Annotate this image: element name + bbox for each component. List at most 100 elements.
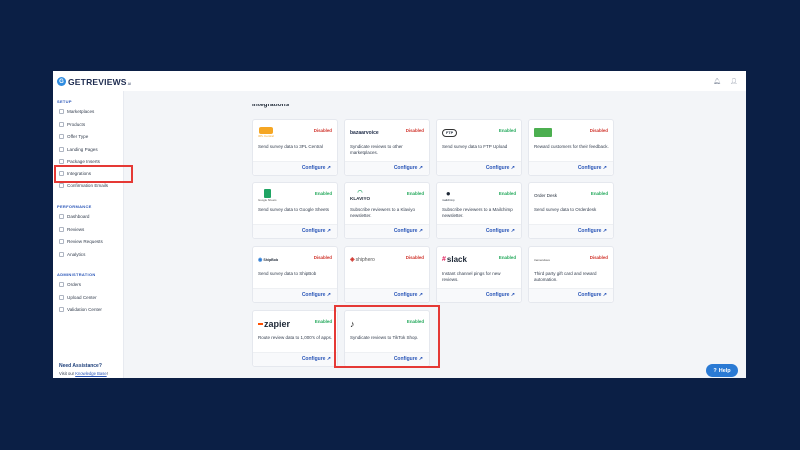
- bell-icon[interactable]: 🔔︎: [713, 78, 721, 85]
- card-footer: Configure ↗: [253, 352, 337, 366]
- status-badge: Enabled: [314, 191, 332, 196]
- assist-text: Visit our Knowledge Base!: [59, 371, 108, 376]
- logo-google-sheets-icon: Google Sheets: [258, 189, 277, 202]
- package-icon: [59, 158, 64, 164]
- configure-button[interactable]: Configure ↗: [486, 292, 515, 298]
- configure-button[interactable]: Configure ↗: [302, 292, 331, 298]
- logo-mark-icon: G: [57, 77, 66, 86]
- logo-text: ShipBob: [263, 257, 279, 262]
- configure-button[interactable]: Configure ↗: [394, 292, 423, 298]
- slack-hash-icon: #: [442, 256, 446, 263]
- configure-button[interactable]: Configure ↗: [394, 228, 423, 234]
- help-button[interactable]: ? Help: [706, 364, 738, 377]
- logo-text: mailchimp: [442, 197, 455, 202]
- sidebar-item-label: Validation Center: [67, 306, 102, 312]
- gift-icon: [59, 133, 64, 139]
- sidebar-item-upload-center[interactable]: Upload Center: [59, 293, 97, 301]
- sidebar-item-label: Reviews: [67, 226, 85, 232]
- configure-button[interactable]: Configure ↗: [302, 165, 331, 171]
- configure-button[interactable]: Configure ↗: [578, 292, 607, 298]
- configure-button[interactable]: Configure ↗: [302, 228, 331, 234]
- mail-icon: [59, 182, 64, 188]
- status-badge: Enabled: [590, 191, 608, 196]
- configure-button[interactable]: Configure ↗: [486, 165, 515, 171]
- page-icon: [59, 146, 64, 152]
- user-icon[interactable]: 👤︎: [730, 78, 738, 85]
- logo-text: KLAVIYO: [350, 196, 371, 201]
- assist-prefix: Visit our: [59, 371, 76, 376]
- card-footer: Configure ↗: [253, 224, 337, 238]
- sidebar-item-marketplaces[interactable]: Marketplaces: [59, 107, 94, 115]
- card-footer: Configure ↗: [437, 288, 521, 302]
- logo-orderdesk-icon: Order Desk: [534, 193, 558, 198]
- assist-suffix: !: [106, 371, 108, 376]
- star-icon: [59, 226, 64, 232]
- sidebar-item-landing-pages[interactable]: Landing Pages: [59, 145, 98, 153]
- logo-text: shiphero: [355, 256, 375, 263]
- card-description: Third party gift card and reward automat…: [534, 271, 597, 282]
- integration-card-mailchimp: ● mailchimp Enabled Subscribe reviewers t…: [436, 182, 522, 239]
- card-description: Send survey data to ShipBob: [258, 271, 317, 276]
- sidebar-section-setup: SETUP: [57, 99, 72, 104]
- logo-slack-icon: # slack: [442, 253, 467, 266]
- integration-card-shipbob: ◉ ShipBob Disabled Send survey data to Sh…: [252, 246, 338, 303]
- gift-card-icon: [534, 126, 552, 139]
- sidebar-item-package-inserts[interactable]: Package Inserts: [59, 157, 100, 165]
- sidebar-item-reviews[interactable]: Reviews: [59, 225, 84, 233]
- sidebar-item-analytics[interactable]: Analytics: [59, 250, 85, 258]
- shipbob-mark-icon: ◉: [258, 256, 263, 263]
- card-description: Instant channel pings for new reviews.: [442, 271, 501, 282]
- sidebar-item-review-requests[interactable]: Review Requests: [59, 237, 103, 245]
- configure-button[interactable]: Configure ↗: [394, 165, 423, 171]
- integration-card-google-sheets: Google Sheets Enabled Send survey data t…: [252, 182, 338, 239]
- status-badge: Disabled: [405, 255, 424, 260]
- configure-button[interactable]: Configure ↗: [578, 228, 607, 234]
- sidebar-section-administration: ADMINISTRATION: [57, 272, 96, 277]
- card-footer: Configure ↗: [529, 161, 613, 175]
- sidebar-item-label: Landing Pages: [67, 146, 98, 152]
- card-footer: Configure ↗: [529, 224, 613, 238]
- status-badge: Enabled: [498, 191, 516, 196]
- sidebar-item-label: Marketplaces: [67, 108, 95, 114]
- sidebar-item-validation-center[interactable]: Validation Center: [59, 305, 102, 313]
- knowledge-base-link[interactable]: Knowledge Base: [75, 371, 106, 376]
- logo-text: GETREVIEWS: [68, 76, 127, 87]
- sidebar-item-orders[interactable]: Orders: [59, 280, 81, 288]
- integration-card-klaviyo: ◠ KLAVIYO Enabled Subscribe reviewers to …: [344, 182, 430, 239]
- zapier-mark-icon: [258, 322, 263, 325]
- sidebar-section-performance: PERFORMANCE: [57, 204, 92, 209]
- chimp-icon: ●: [445, 188, 451, 198]
- integration-card-slack: # slack Enabled Instant channel pings for…: [436, 246, 522, 303]
- logo-mailchimp-icon: ● mailchimp: [442, 189, 455, 202]
- card-footer: Configure ↗: [437, 161, 521, 175]
- status-badge: Enabled: [406, 191, 424, 196]
- card-description: Route review data to 1,000's of apps.: [258, 335, 333, 340]
- chart-icon: [59, 251, 64, 257]
- sidebar-item-products[interactable]: Products: [59, 120, 85, 128]
- app-logo[interactable]: G GETREVIEWS AI: [57, 76, 131, 87]
- check-icon: [59, 306, 64, 312]
- sidebar-item-label: Dashboard: [67, 213, 90, 219]
- status-badge: Disabled: [589, 128, 608, 133]
- card-footer: Configure ↗: [345, 288, 429, 302]
- status-badge: Disabled: [313, 255, 332, 260]
- top-bar: G GETREVIEWS AI 🔔︎ 👤︎: [53, 71, 746, 91]
- 3pl-mark-icon: [258, 127, 273, 134]
- sidebar-item-offer-type[interactable]: Offer Type: [59, 132, 88, 140]
- logo-tremendous-icon: tremendous: [534, 257, 550, 262]
- sidebar-item-label: Offer Type: [67, 133, 89, 139]
- sidebar-item-dashboard[interactable]: Dashboard: [59, 212, 89, 220]
- sidebar-item-label: Review Requests: [67, 238, 103, 244]
- card-description: Syndicate reviews to other marketplaces.: [350, 144, 403, 155]
- configure-button[interactable]: Configure ↗: [302, 356, 331, 362]
- sidebar: SETUP Marketplaces Products Offer Type L…: [53, 91, 124, 378]
- card-footer: Configure ↗: [529, 288, 613, 302]
- configure-button[interactable]: Configure ↗: [578, 165, 607, 171]
- integration-card-3pl-central: 3PL Central Disabled Send survey data to…: [252, 119, 338, 176]
- card-footer: Configure ↗: [345, 161, 429, 175]
- help-circle-icon: ?: [713, 367, 717, 374]
- configure-button[interactable]: Configure ↗: [486, 228, 515, 234]
- integration-card-shiphero: ◈ shiphero Disabled Configure ↗: [344, 246, 430, 303]
- logo-text: FTP: [442, 128, 458, 137]
- logo-klaviyo-icon: ◠ KLAVIYO: [350, 189, 370, 202]
